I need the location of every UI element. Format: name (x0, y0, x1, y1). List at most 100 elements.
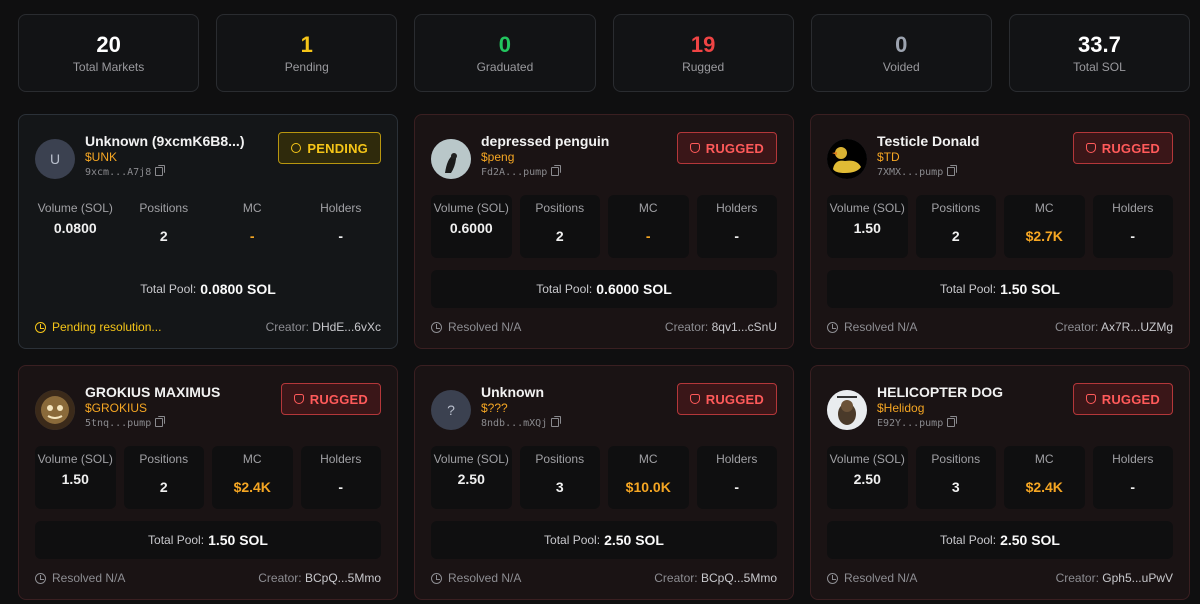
creator[interactable]: Creator: BCpQ...5Mmo (654, 571, 777, 585)
metric-value: 2 (159, 479, 168, 495)
clock-icon (431, 321, 442, 333)
metric-value: - (1130, 479, 1136, 495)
creator[interactable]: Creator: Gph5...uPwV (1056, 571, 1173, 585)
copy-icon[interactable] (551, 416, 562, 427)
metric-value: $2.7K (1025, 228, 1063, 244)
stat-label: Total Markets (72, 60, 145, 74)
token-avatar (827, 390, 867, 430)
status-badge: PENDING (278, 132, 381, 164)
resolution-status: Resolved N/A (431, 320, 521, 334)
metric-mc: MC $2.4K (1004, 446, 1085, 509)
token-avatar (431, 139, 471, 179)
copy-icon[interactable] (551, 165, 562, 176)
stat-voided: 0 Voided (810, 14, 992, 92)
creator-label: Creator: (258, 571, 302, 585)
copy-icon[interactable] (155, 165, 166, 176)
token-ticker: $GROKIUS (85, 401, 148, 415)
market-card-0[interactable]: U Unknown (9xcmK6B8...) $UNK 9xcm...A7j8… (18, 114, 398, 349)
creator-label: Creator: (1054, 320, 1099, 334)
metric-value: 1.50 (853, 220, 881, 236)
card-footer: Resolved N/A Creator: Ax7R...UZMg (827, 319, 1173, 335)
creator[interactable]: Creator: 8qv1...cSnU (665, 320, 777, 334)
metric-value: - (1130, 228, 1136, 244)
total-pool: Total Pool: 2.50 SOL (431, 521, 777, 559)
stat-value: 19 (690, 32, 716, 57)
metric-positions: Positions 2 (519, 195, 600, 258)
metric-holders: Holders - (696, 446, 777, 509)
total-pool: Total Pool: 2.50 SOL (827, 521, 1173, 559)
copy-icon[interactable] (155, 416, 166, 427)
market-card-3[interactable]: GROKIUS MAXIMUS $GROKIUS 5tnq...pump RUG… (18, 365, 398, 600)
copy-icon[interactable] (947, 165, 958, 176)
metric-value: 2 (555, 228, 564, 244)
metric-value: 3 (555, 479, 564, 495)
token-address: 5tnq...pump (85, 416, 166, 429)
creator[interactable]: Creator: Ax7R...UZMg (1055, 320, 1173, 334)
market-card-1[interactable]: depressed penguin $peng Fd2A...pump RUGG… (414, 114, 794, 349)
metric-label: MC (1034, 452, 1054, 466)
stat-value: 1 (300, 32, 313, 57)
metric-value: - (338, 228, 344, 244)
market-grid: U Unknown (9xcmK6B8...) $UNK 9xcm...A7j8… (18, 114, 1190, 600)
resolution-status: Pending resolution... (35, 320, 161, 334)
metric-label: Positions (931, 452, 981, 466)
token-ticker: $UNK (85, 150, 118, 164)
status-badge: RUGGED (1072, 132, 1173, 164)
metric-value: 2 (159, 228, 168, 244)
metric-value: - (734, 479, 740, 495)
token-name: HELICOPTER DOG (877, 384, 1004, 400)
copy-icon[interactable] (947, 416, 958, 427)
creator[interactable]: Creator: BCpQ...5Mmo (258, 571, 381, 585)
creator-label: Creator: (1055, 571, 1099, 585)
metric-positions: Positions 2 (123, 446, 204, 509)
stat-label: Rugged (682, 60, 725, 74)
stats-bar: 20 Total Markets 1 Pending 0 Graduated 1… (18, 14, 1191, 92)
token-name: Unknown (9xcmK6B8...) (85, 133, 245, 149)
total-pool-value: 1.50 SOL (208, 532, 268, 548)
metric-label: Positions (931, 201, 981, 215)
card-header: ? Unknown $??? 8ndb...mXQj RUGGED (431, 383, 777, 434)
token-address: E92Y...pump (877, 416, 958, 429)
token-name: Unknown (481, 384, 544, 400)
shield-icon (689, 394, 700, 404)
resolution-status: Resolved N/A (827, 320, 917, 334)
metrics-row: Volume (SOL) 0.0800 Positions 2 MC - Hol… (35, 195, 381, 258)
token-ticker: $TD (877, 150, 900, 164)
metric-label: Holders (320, 201, 362, 215)
clock-icon (827, 572, 838, 584)
metric-value: 3 (951, 479, 960, 495)
metric-positions: Positions 2 (915, 195, 996, 258)
metric-value: 0.6000 (449, 220, 493, 236)
resolution-status: Resolved N/A (827, 571, 917, 585)
stat-label: Voided (882, 60, 920, 74)
metric-label: MC (638, 201, 658, 215)
market-card-5[interactable]: HELICOPTER DOG $Helidog E92Y...pump RUGG… (810, 365, 1190, 600)
token-ticker: $peng (481, 150, 515, 164)
stat-total-markets: 20 Total Markets (18, 14, 200, 92)
stat-total-sol: 33.7 Total SOL (1008, 14, 1191, 92)
metric-label: Volume (SOL) (829, 452, 905, 466)
creator[interactable]: Creator: DHdE...6vXc (266, 320, 381, 334)
token-name: depressed penguin (481, 133, 610, 149)
token-avatar (827, 139, 867, 179)
card-header: Testicle Donald $TD 7XMX...pump RUGGED (827, 132, 1173, 183)
total-pool-label: Total Pool: (140, 282, 197, 296)
total-pool-label: Total Pool: (148, 533, 205, 547)
creator-address: 8qv1...cSnU (711, 320, 777, 334)
address-text: E92Y...pump (877, 418, 944, 429)
creator-label: Creator: (654, 571, 698, 585)
total-pool: Total Pool: 0.6000 SOL (431, 270, 777, 308)
total-pool-value: 2.50 SOL (604, 532, 664, 548)
clock-icon (827, 321, 838, 333)
status-badge-label: RUGGED (705, 391, 764, 407)
stat-value: 0 (498, 32, 512, 57)
metric-value: - (249, 228, 255, 244)
address-text: 7XMX...pump (877, 167, 944, 178)
stat-value: 0 (895, 32, 908, 57)
card-header: HELICOPTER DOG $Helidog E92Y...pump RUGG… (827, 383, 1173, 434)
market-card-2[interactable]: Testicle Donald $TD 7XMX...pump RUGGED V… (810, 114, 1190, 349)
total-pool-label: Total Pool: (544, 533, 601, 547)
market-card-4[interactable]: ? Unknown $??? 8ndb...mXQj RUGGED Volume… (414, 365, 794, 600)
token-address: 7XMX...pump (877, 165, 958, 178)
status-badge: RUGGED (280, 383, 381, 415)
